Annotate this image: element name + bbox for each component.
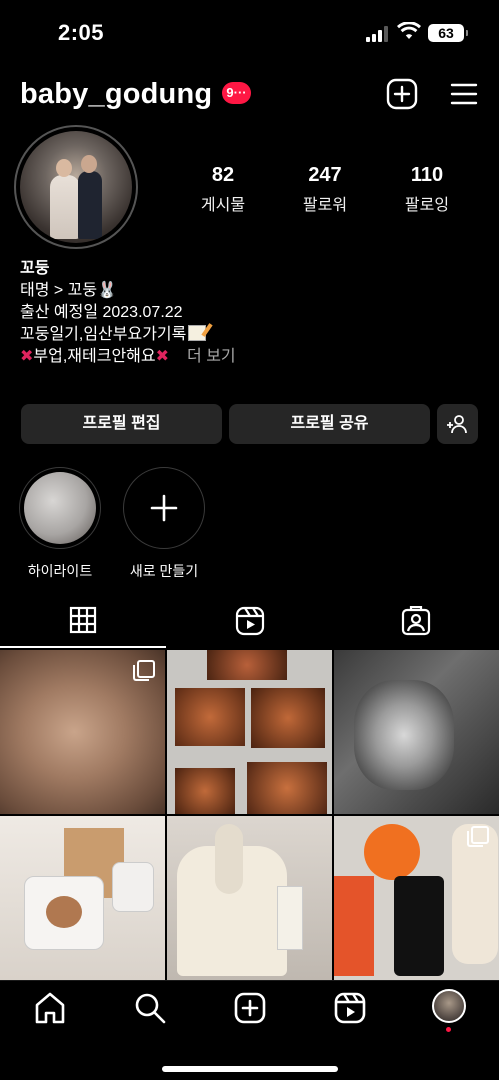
- edit-profile-button[interactable]: 프로필 편집: [21, 404, 222, 444]
- bio-line-side-job: ✖부업,재테크안해요✖ 더 보기: [20, 348, 236, 365]
- profile-header: baby_godung 9···: [0, 74, 499, 114]
- status-time: 2:05: [58, 20, 105, 45]
- home-icon[interactable]: [33, 991, 67, 1025]
- carousel-icon: [467, 826, 489, 847]
- new-highlight-circle: [123, 467, 205, 549]
- post-thumbnail-ultrasound-face[interactable]: [0, 650, 165, 814]
- plus-square-icon[interactable]: [386, 78, 418, 110]
- profile-photo: [20, 131, 132, 243]
- stat-posts-count: 82: [211, 164, 235, 186]
- carousel-icon: [133, 660, 155, 681]
- plus-icon: [150, 494, 178, 522]
- tab-active-indicator: [0, 646, 166, 648]
- username[interactable]: baby_godung: [20, 78, 212, 111]
- profile-tabs: [0, 600, 499, 648]
- bio-more-link[interactable]: 더 보기: [187, 348, 236, 365]
- wifi-icon: [397, 22, 421, 39]
- profile-bio: 꼬둥 태명 > 꼬둥🐰 출산 예정일 2023.07.22 꼬둥일기,임산부요가…: [20, 258, 480, 368]
- stat-followers-label: 팔로워: [302, 197, 348, 214]
- add-person-icon: [446, 415, 467, 434]
- cellular-signal-icon: [366, 26, 390, 42]
- status-bar: 2:05 63: [0, 0, 499, 64]
- cross-mark-icon: ✖: [20, 348, 34, 365]
- create-icon[interactable]: [233, 991, 267, 1025]
- share-profile-button[interactable]: 프로필 공유: [229, 404, 430, 444]
- post-thumbnail-baby-clothes[interactable]: [167, 816, 332, 980]
- post-thumbnail-bear-sterilizer[interactable]: [0, 816, 165, 980]
- highlight-cover: [19, 467, 101, 549]
- highlight-label: 하이라이트: [27, 563, 93, 579]
- stat-posts[interactable]: 82 게시물: [178, 164, 268, 215]
- stat-following-label: 팔로잉: [404, 197, 450, 214]
- home-indicator[interactable]: [162, 1066, 338, 1072]
- stat-following[interactable]: 110 팔로잉: [382, 164, 472, 215]
- grid-icon: [69, 606, 97, 634]
- highlight-item[interactable]: 하이라이트: [18, 467, 102, 581]
- reels-icon[interactable]: [333, 991, 367, 1025]
- search-icon[interactable]: [133, 991, 167, 1025]
- notification-dot: [446, 1027, 451, 1032]
- new-highlight-button[interactable]: 새로 만들기: [122, 467, 206, 581]
- tab-tagged[interactable]: [332, 600, 498, 648]
- hamburger-menu-icon[interactable]: [448, 78, 480, 110]
- bio-name: 꼬둥: [20, 260, 50, 277]
- bio-line-nickname: 태명 > 꼬둥🐰: [20, 282, 118, 299]
- tab-reels[interactable]: [166, 600, 332, 648]
- post-thumbnail-baby-outfit[interactable]: [334, 816, 499, 980]
- cross-mark-icon: ✖: [155, 348, 170, 365]
- memo-icon: [188, 325, 207, 341]
- stat-followers[interactable]: 247 팔로워: [280, 164, 370, 215]
- stat-followers-count: 247: [308, 164, 342, 186]
- bio-line-diary: 꼬둥일기,임산부요가기록: [20, 324, 480, 346]
- reels-icon: [235, 606, 265, 636]
- bottom-navigation: [0, 980, 499, 1080]
- profile-avatar[interactable]: [432, 989, 466, 1023]
- add-person-button[interactable]: [437, 404, 478, 444]
- tab-grid[interactable]: [0, 600, 166, 648]
- post-thumbnail-ultrasound-prints[interactable]: [167, 650, 332, 814]
- profile-avatar[interactable]: [14, 125, 138, 249]
- notification-badge[interactable]: 9···: [222, 82, 251, 104]
- stat-posts-label: 게시물: [200, 197, 246, 214]
- stat-following-count: 110: [410, 164, 444, 186]
- tagged-icon: [401, 606, 431, 636]
- post-thumbnail-ultrasound-feet[interactable]: [334, 650, 499, 814]
- new-highlight-label: 새로 만들기: [129, 563, 199, 579]
- bio-line-due-date: 출산 예정일 2023.07.22: [20, 304, 183, 321]
- battery-indicator: 63: [428, 24, 468, 42]
